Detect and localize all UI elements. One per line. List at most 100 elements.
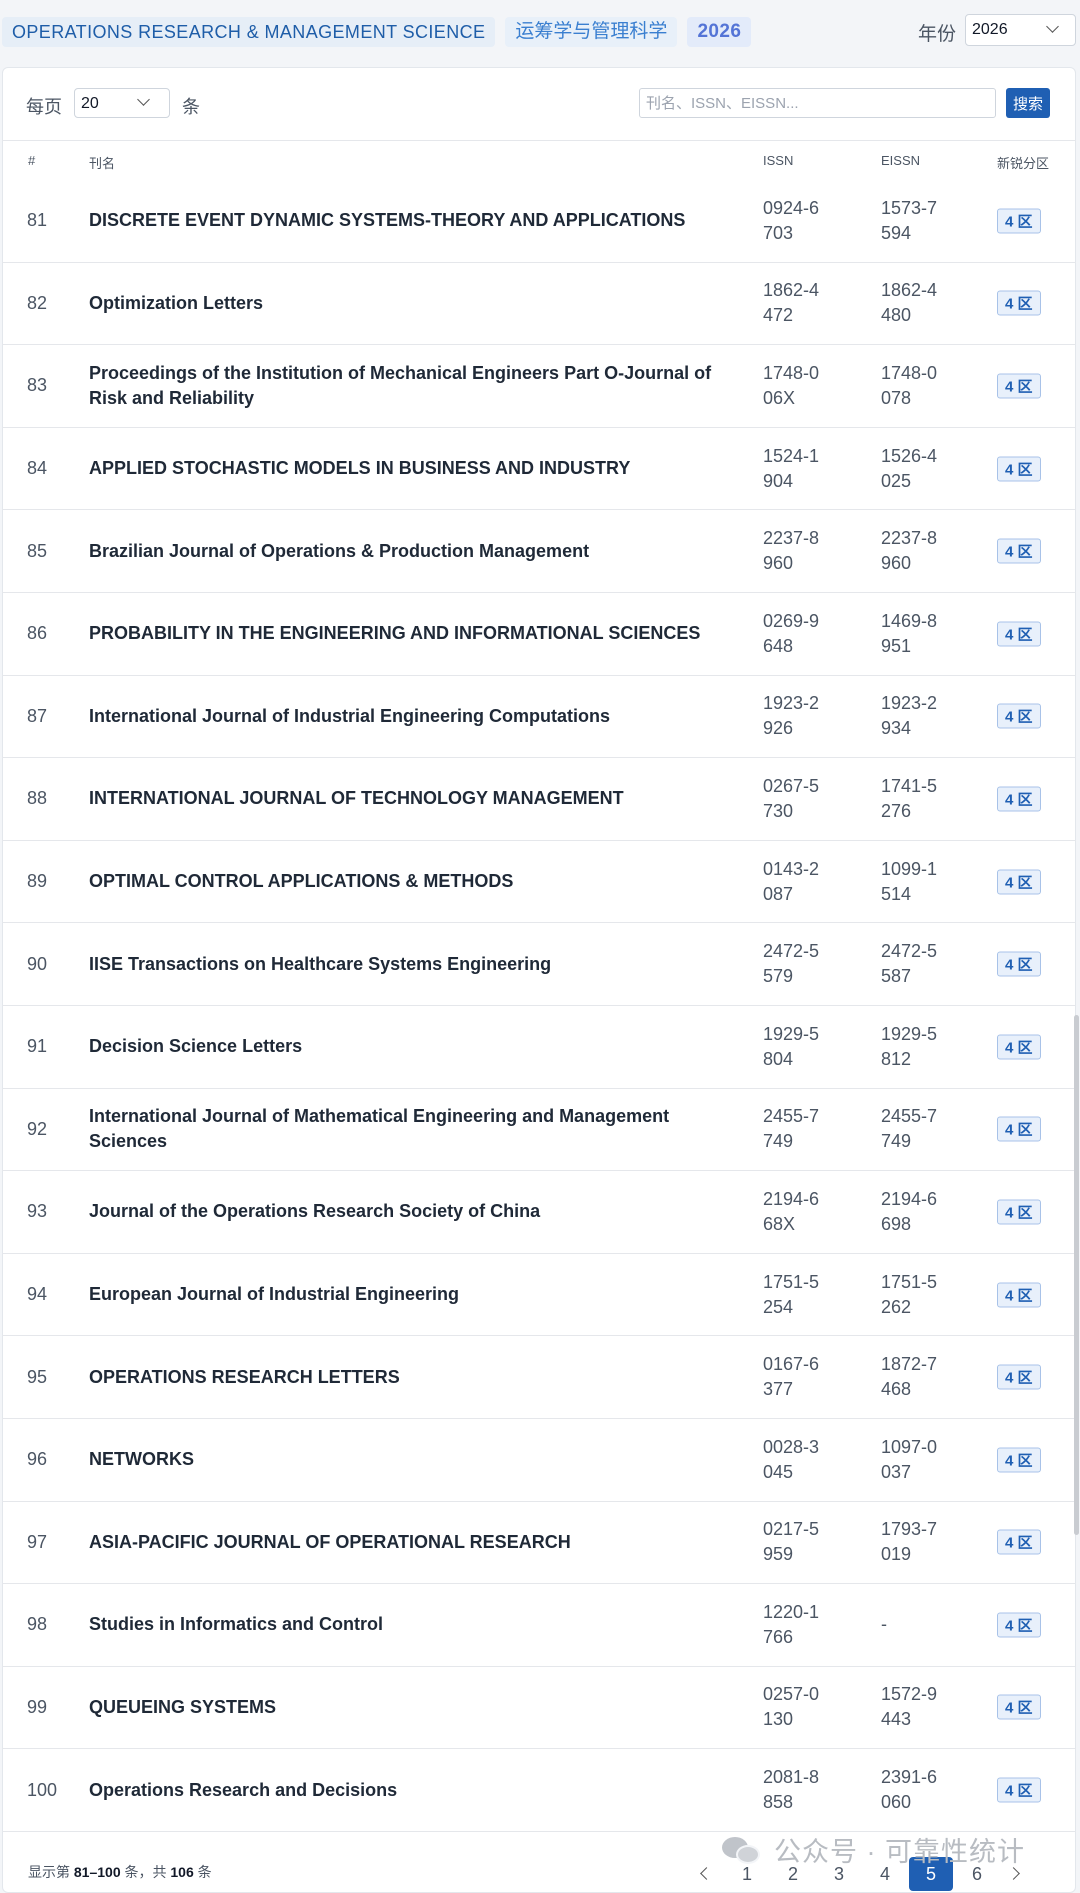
info-prefix: 显示第 [28,1864,74,1880]
zone-badge: 4 区 [997,1612,1041,1638]
perpage-label: 每页 [26,97,62,117]
table-row[interactable]: 88 INTERNATIONAL JOURNAL OF TECHNOLOGY MA… [2,758,1076,841]
journal-title[interactable]: QUEUEING SYSTEMS [89,1667,729,1749]
journal-title[interactable]: Decision Science Letters [89,1006,729,1088]
journal-title[interactable]: ASIA-PACIFIC JOURNAL OF OPERATIONAL RESE… [89,1502,729,1584]
journal-title[interactable]: OPERATIONS RESEARCH LETTERS [89,1336,729,1418]
eissn-value: 2455-7749 [881,1106,938,1152]
info-total: 106 [170,1864,194,1880]
table-row[interactable]: 81 DISCRETE EVENT DYNAMIC SYSTEMS-THEORY … [2,180,1076,263]
journal-title[interactable]: PROBABILITY IN THE ENGINEERING AND INFOR… [89,593,729,675]
row-number: 88 [27,788,48,809]
year-select[interactable]: 2026 [965,14,1076,46]
category-tag-en[interactable]: OPERATIONS RESEARCH & MANAGEMENT SCIENCE [2,17,496,47]
journal-title[interactable]: Journal of the Operations Research Socie… [89,1171,729,1253]
row-number: 90 [27,953,48,974]
journal-title[interactable]: International Journal of Mathematical En… [89,1089,729,1171]
search-button[interactable]: 搜索 [1006,88,1050,118]
table-row[interactable]: 98 Studies in Informatics and Control 1220… [2,1584,1076,1667]
table-row[interactable]: 86 PROBABILITY IN THE ENGINEERING AND INF… [2,593,1076,676]
table-row[interactable]: 95 OPERATIONS RESEARCH LETTERS 0167-6377 18… [2,1336,1076,1419]
journal-title[interactable]: Operations Research and Decisions [89,1749,729,1831]
table-row[interactable]: 99 QUEUEING SYSTEMS 0257-0130 1572-9443 4 区 [2,1667,1076,1750]
journal-title[interactable]: APPLIED STOCHASTIC MODELS IN BUSINESS AN… [89,428,729,510]
zone-badge: 4 区 [997,869,1041,895]
issn-value: 2194-668X [763,1188,820,1234]
row-number: 84 [27,458,48,479]
journal-title[interactable]: European Journal of Industrial Engineeri… [89,1254,729,1336]
journal-title[interactable]: NETWORKS [89,1419,729,1501]
row-number: 98 [27,1614,48,1635]
issn-value: 0217-5959 [763,1519,820,1565]
issn-value: 0167-6377 [763,1354,820,1400]
category-tag-cn[interactable]: 运筹学与管理科学 [505,17,678,47]
issn-value: 1862-4472 [763,280,820,326]
eissn-value: 1923-2934 [881,693,938,739]
table-row[interactable]: 91 Decision Science Letters 1929-5804 1929-… [2,1006,1076,1089]
column-header-num: # [28,153,36,168]
eissn-value: 1099-1514 [881,858,938,904]
table-row[interactable]: 96 NETWORKS 0028-3045 1097-0037 4 区 [2,1419,1076,1502]
perpage-select[interactable]: 20 [74,88,170,118]
journal-title[interactable]: Brazilian Journal of Operations & Produc… [89,510,729,592]
wechat-icon [722,1835,764,1865]
zone-badge: 4 区 [997,703,1041,729]
chevron-down-icon [137,93,150,106]
journal-title[interactable]: Optimization Letters [89,263,729,345]
eissn-value: 1751-5262 [881,1271,938,1317]
zone-badge: 4 区 [997,1034,1041,1060]
eissn-value: 2472-5587 [881,941,938,987]
table-row[interactable]: 85 Brazilian Journal of Operations & Prod… [2,510,1076,593]
table-row[interactable]: 92 International Journal of Mathematical … [2,1089,1076,1172]
issn-value: 0028-3045 [763,1436,820,1482]
table-row[interactable]: 87 International Journal of Industrial En… [2,676,1076,759]
journal-title[interactable]: IISE Transactions on Healthcare Systems … [89,923,729,1005]
zone-badge: 4 区 [997,1447,1041,1473]
journal-title[interactable]: INTERNATIONAL JOURNAL OF TECHNOLOGY MANA… [89,758,729,840]
table-row[interactable]: 90 IISE Transactions on Healthcare System… [2,923,1076,1006]
journal-title[interactable]: DISCRETE EVENT DYNAMIC SYSTEMS-THEORY AN… [89,180,729,262]
journal-title[interactable]: OPTIMAL CONTROL APPLICATIONS & METHODS [89,841,729,923]
eissn-value: 1573-7594 [881,197,938,243]
row-number: 94 [27,1284,48,1305]
info-mid: 条，共 [120,1864,171,1880]
issn-value: 2081-8858 [763,1767,820,1813]
column-header-issn[interactable]: ISSN [763,153,793,168]
table-row[interactable]: 100 Operations Research and Decisions 2081… [2,1749,1076,1832]
row-number: 96 [27,1449,48,1470]
table-row[interactable]: 94 European Journal of Industrial Enginee… [2,1254,1076,1337]
zone-badge: 4 区 [997,621,1041,647]
prev-page-button[interactable] [690,1857,724,1891]
issn-value: 0257-0130 [763,1684,820,1730]
search-input[interactable] [639,88,996,118]
eissn-value: 1469-8951 [881,610,938,656]
year-tag: 2026 [687,17,752,47]
table-row[interactable]: 89 OPTIMAL CONTROL APPLICATIONS & METHODS… [2,841,1076,924]
watermark: 公众号 · 可靠性统计 [722,1830,1025,1869]
zone-badge: 4 区 [997,1694,1041,1720]
row-number: 91 [27,1036,48,1057]
scrollbar[interactable] [1074,1015,1079,1535]
column-header-title[interactable]: 刊名 [89,153,115,172]
issn-value: 1220-1766 [763,1601,820,1647]
table-row[interactable]: 84 APPLIED STOCHASTIC MODELS IN BUSINESS … [2,428,1076,511]
table-row[interactable]: 82 Optimization Letters 1862-4472 1862-4480… [2,263,1076,346]
journal-title[interactable]: Proceedings of the Institution of Mechan… [89,345,729,427]
zone-badge: 4 区 [997,951,1041,977]
journal-title[interactable]: Studies in Informatics and Control [89,1584,729,1666]
zone-badge: 4 区 [997,1777,1041,1803]
table-row[interactable]: 97 ASIA-PACIFIC JOURNAL OF OPERATIONAL RE… [2,1502,1076,1585]
issn-value: 2472-5579 [763,941,820,987]
table-row[interactable]: 83 Proceedings of the Institution of Mech… [2,345,1076,428]
issn-value: 2455-7749 [763,1106,820,1152]
eissn-value: 2237-8960 [881,528,938,574]
table-row[interactable]: 93 Journal of the Operations Research Soc… [2,1171,1076,1254]
zone-badge: 4 区 [997,538,1041,564]
zone-badge: 4 区 [997,1529,1041,1555]
perpage-select-value: 20 [81,95,99,112]
issn-value: 0924-6703 [763,197,820,243]
column-header-eissn[interactable]: EISSN [881,153,920,168]
journal-title[interactable]: International Journal of Industrial Engi… [89,676,729,758]
eissn-value: 1929-5812 [881,1023,938,1069]
column-header-zone[interactable]: 新锐分区 [997,153,1049,172]
